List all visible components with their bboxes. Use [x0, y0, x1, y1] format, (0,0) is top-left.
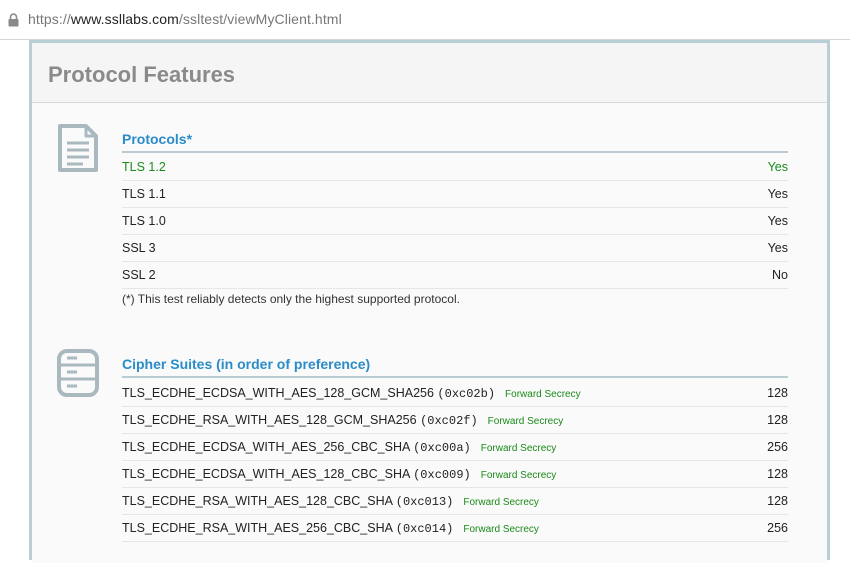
cipher-row: TLS_ECDHE_RSA_WITH_AES_128_CBC_SHA (0xc0…: [122, 488, 788, 515]
cipher-label: TLS_ECDHE_RSA_WITH_AES_128_GCM_SHA256 (0…: [122, 413, 563, 428]
cipher-bits: 128: [767, 413, 788, 427]
protocols-divider: [122, 151, 788, 153]
protocol-support: Yes: [767, 214, 788, 228]
protocols-heading: Protocols*: [122, 131, 193, 147]
cipher-name: TLS_ECDHE_RSA_WITH_AES_128_CBC_SHA: [122, 494, 393, 508]
forward-secrecy-tag: Forward Secrecy: [463, 497, 539, 508]
page-title: Protocol Features: [48, 62, 236, 87]
protocol-support: Yes: [767, 187, 788, 201]
cipher-name: TLS_ECDHE_ECDSA_WITH_AES_128_GCM_SHA256: [122, 386, 434, 400]
cipher-label: TLS_ECDHE_RSA_WITH_AES_256_CBC_SHA (0xc0…: [122, 521, 539, 536]
url-domain: www.ssllabs.com: [70, 11, 179, 27]
cipher-code: (0xc014): [395, 522, 454, 536]
protocol-row-tls10: TLS 1.0 Yes: [122, 208, 788, 235]
protocols-footnote: (*) This test reliably detects only the …: [122, 292, 460, 306]
cipher-code: (0xc00a): [413, 441, 471, 455]
url-text[interactable]: https://www.ssllabs.com/ssltest/viewMyCl…: [28, 11, 342, 27]
cipher-label: TLS_ECDHE_RSA_WITH_AES_128_CBC_SHA (0xc0…: [122, 494, 539, 509]
forward-secrecy-tag: Forward Secrecy: [463, 524, 539, 535]
cipher-name: TLS_ECDHE_RSA_WITH_AES_256_CBC_SHA: [122, 521, 393, 535]
forward-secrecy-tag: Forward Secrecy: [505, 389, 581, 400]
cipher-bits: 128: [767, 467, 788, 481]
protocol-row-ssl2: SSL 2 No: [122, 262, 788, 289]
protocol-name: TLS 1.2: [122, 160, 166, 174]
forward-secrecy-tag: Forward Secrecy: [480, 470, 557, 481]
page-frame: Protocol Features Protocols* TLS 1.2 Yes…: [29, 40, 830, 563]
cipher-row: TLS_ECDHE_ECDSA_WITH_AES_256_CBC_SHA (0x…: [122, 434, 788, 461]
cipher-code: (0xc009): [413, 468, 471, 482]
protocol-name: SSL 2: [122, 268, 156, 282]
cipher-suites-divider: [122, 376, 788, 378]
cipher-name: TLS_ECDHE_RSA_WITH_AES_128_GCM_SHA256: [122, 413, 417, 427]
protocol-row-tls11: TLS 1.1 Yes: [122, 181, 788, 208]
cipher-row: TLS_ECDHE_ECDSA_WITH_AES_128_CBC_SHA (0x…: [122, 461, 788, 488]
cipher-label: TLS_ECDHE_ECDSA_WITH_AES_128_CBC_SHA (0x…: [122, 467, 556, 482]
protocol-support: Yes: [767, 160, 788, 174]
cipher-code: (0xc013): [395, 495, 454, 509]
protocol-support: No: [772, 268, 788, 282]
cipher-bits: 128: [767, 494, 788, 508]
cipher-code: (0xc02f): [420, 414, 478, 428]
cipher-row: TLS_ECDHE_ECDSA_WITH_AES_128_GCM_SHA256 …: [122, 380, 788, 407]
cipher-name: TLS_ECDHE_ECDSA_WITH_AES_128_CBC_SHA: [122, 467, 410, 481]
cipher-list-icon: [57, 349, 99, 397]
cipher-bits: 256: [767, 521, 788, 535]
address-bar[interactable]: https://www.ssllabs.com/ssltest/viewMyCl…: [0, 0, 850, 40]
cipher-row: TLS_ECDHE_RSA_WITH_AES_256_CBC_SHA (0xc0…: [122, 515, 788, 542]
protocol-name: TLS 1.0: [122, 214, 166, 228]
url-scheme: https://: [28, 11, 71, 27]
protocol-name: TLS 1.1: [122, 187, 166, 201]
cipher-suites-heading: Cipher Suites (in order of preference): [122, 356, 371, 372]
cipher-label: TLS_ECDHE_ECDSA_WITH_AES_128_GCM_SHA256 …: [122, 386, 581, 401]
cipher-bits: 128: [767, 386, 788, 400]
cipher-code: (0xc02b): [437, 387, 496, 401]
cipher-row: TLS_ECDHE_RSA_WITH_AES_128_GCM_SHA256 (0…: [122, 407, 788, 434]
protocol-row-tls12: TLS 1.2 Yes: [122, 154, 788, 181]
forward-secrecy-tag: Forward Secrecy: [487, 416, 564, 427]
cipher-name: TLS_ECDHE_ECDSA_WITH_AES_256_CBC_SHA: [122, 440, 410, 454]
document-icon: [58, 124, 98, 172]
protocol-support: Yes: [767, 241, 788, 255]
forward-secrecy-tag: Forward Secrecy: [480, 443, 557, 454]
protocol-name: SSL 3: [122, 241, 156, 255]
url-path: /ssltest/viewMyClient.html: [178, 11, 342, 27]
protocol-features-panel: Protocol Features Protocols* TLS 1.2 Yes…: [32, 43, 827, 563]
protocol-row-ssl3: SSL 3 Yes: [122, 235, 788, 262]
cipher-bits: 256: [767, 440, 788, 454]
lock-icon: [8, 13, 19, 27]
cipher-label: TLS_ECDHE_ECDSA_WITH_AES_256_CBC_SHA (0x…: [122, 440, 556, 455]
